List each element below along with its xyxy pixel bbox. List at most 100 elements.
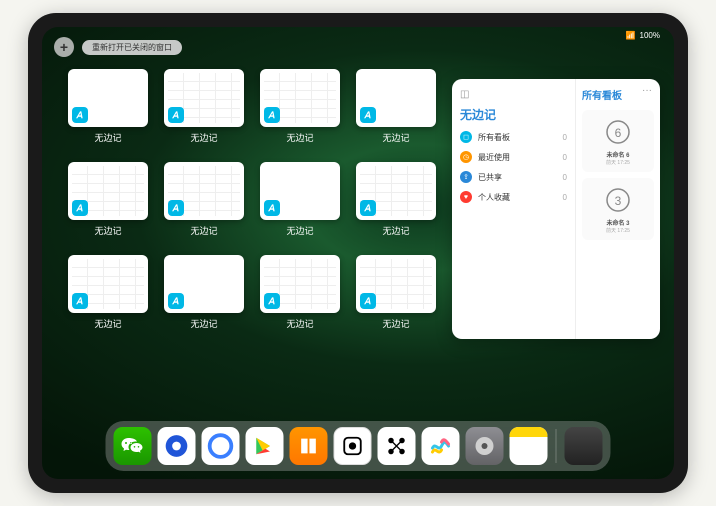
thumbnail-preview: 𝘈 bbox=[68, 255, 148, 313]
app-badge-icon: 𝘈 bbox=[360, 293, 376, 309]
signal-icon: 📶 bbox=[626, 31, 636, 40]
sidebar-item-label: 已共享 bbox=[478, 172, 502, 183]
svg-text:6: 6 bbox=[615, 126, 622, 140]
settings-icon[interactable] bbox=[466, 427, 504, 465]
thumbnail-label: 无边记 bbox=[286, 131, 313, 144]
status-bar: 📶 100% bbox=[626, 31, 660, 40]
thumbnail-label: 无边记 bbox=[382, 131, 409, 144]
app-badge-icon: 𝘈 bbox=[360, 107, 376, 123]
sidebar-item-label: 最近使用 bbox=[478, 152, 510, 163]
app-badge-icon: 𝘈 bbox=[72, 293, 88, 309]
window-thumbnail[interactable]: 𝘈 无边记 bbox=[164, 255, 244, 330]
board-date: 前天 17:25 bbox=[588, 159, 648, 166]
category-icon: ⇪ bbox=[460, 171, 472, 183]
category-icon: ◷ bbox=[460, 151, 472, 163]
thumbnail-preview: 𝘈 bbox=[260, 255, 340, 313]
aliyun-icon[interactable] bbox=[246, 427, 284, 465]
board-card[interactable]: 3 未命名 3前天 17:25 bbox=[582, 178, 654, 240]
thumbnail-label: 无边记 bbox=[94, 317, 121, 330]
screen: 📶 100% + 重新打开已关闭的窗口 𝘈 无边记 𝘈 无边记 𝘈 无边记 𝘈 无边记 𝘈 无边记… bbox=[42, 27, 674, 479]
thumbnail-label: 无边记 bbox=[382, 224, 409, 237]
wechat-icon[interactable] bbox=[114, 427, 152, 465]
window-thumbnail-grid: 𝘈 无边记 𝘈 无边记 𝘈 无边记 𝘈 无边记 𝘈 无边记 𝘈 无边记 𝘈 无边记 𝘈 无边记 𝘈 无边记 𝘈 无边记… bbox=[68, 69, 436, 330]
sidebar-item[interactable]: ◻ 所有看板 0 bbox=[460, 131, 567, 143]
thumbnail-preview: 𝘈 bbox=[260, 162, 340, 220]
window-thumbnail[interactable]: 𝘈 无边记 bbox=[260, 162, 340, 237]
board-sketch-icon: 6 bbox=[598, 116, 638, 148]
books-icon[interactable] bbox=[290, 427, 328, 465]
thumbnail-label: 无边记 bbox=[190, 317, 217, 330]
category-icon: ♥ bbox=[460, 191, 472, 203]
dice-app-icon[interactable] bbox=[334, 427, 372, 465]
thumbnail-preview: 𝘈 bbox=[164, 162, 244, 220]
thumbnail-preview: 𝘈 bbox=[260, 69, 340, 127]
window-thumbnail[interactable]: 𝘈 无边记 bbox=[164, 69, 244, 144]
thumbnail-preview: 𝘈 bbox=[68, 162, 148, 220]
item-count: 0 bbox=[563, 173, 567, 182]
thumbnail-label: 无边记 bbox=[94, 224, 121, 237]
ipad-frame: 📶 100% + 重新打开已关闭的窗口 𝘈 无边记 𝘈 无边记 𝘈 无边记 𝘈 无边记 𝘈 无边记… bbox=[28, 13, 688, 493]
sidebar-item[interactable]: ◷ 最近使用 0 bbox=[460, 151, 567, 163]
panel-sidebar: ◫ 无边记 ◻ 所有看板 0 ◷ 最近使用 0 ⇪ 已共享 0 ♥ 个人收藏 0 bbox=[452, 79, 576, 339]
connect-icon[interactable] bbox=[378, 427, 416, 465]
board-name: 未命名 3 bbox=[588, 218, 648, 227]
reopen-closed-window-button[interactable]: 重新打开已关闭的窗口 bbox=[82, 40, 182, 55]
notes-icon[interactable] bbox=[510, 427, 548, 465]
sidebar-item-label: 所有看板 bbox=[478, 132, 510, 143]
svg-text:3: 3 bbox=[615, 194, 622, 208]
thumbnail-preview: 𝘈 bbox=[356, 162, 436, 220]
window-thumbnail[interactable]: 𝘈 无边记 bbox=[68, 255, 148, 330]
battery-indicator: 100% bbox=[640, 31, 660, 40]
dock bbox=[106, 421, 611, 471]
board-sketch-icon: 3 bbox=[598, 184, 638, 216]
item-count: 0 bbox=[563, 153, 567, 162]
dock-separator bbox=[556, 429, 557, 463]
sidebar-toggle-icon[interactable]: ◫ bbox=[460, 89, 469, 100]
thumbnail-preview: 𝘈 bbox=[164, 69, 244, 127]
add-window-button[interactable]: + bbox=[54, 37, 74, 57]
board-card[interactable]: 6 未命名 6前天 17:25 bbox=[582, 110, 654, 172]
app-badge-icon: 𝘈 bbox=[168, 200, 184, 216]
window-thumbnail[interactable]: 𝘈 无边记 bbox=[356, 255, 436, 330]
window-thumbnail[interactable]: 𝘈 无边记 bbox=[260, 69, 340, 144]
sidebar-item[interactable]: ♥ 个人收藏 0 bbox=[460, 191, 567, 203]
board-date: 前天 17:25 bbox=[588, 227, 648, 234]
window-thumbnail[interactable]: 𝘈 无边记 bbox=[164, 162, 244, 237]
thumbnail-preview: 𝘈 bbox=[68, 69, 148, 127]
quark-icon[interactable] bbox=[202, 427, 240, 465]
thumbnail-preview: 𝘈 bbox=[356, 69, 436, 127]
thumbnail-preview: 𝘈 bbox=[164, 255, 244, 313]
thumbnail-label: 无边记 bbox=[190, 224, 217, 237]
window-thumbnail[interactable]: 𝘈 无边记 bbox=[260, 255, 340, 330]
app-badge-icon: 𝘈 bbox=[360, 200, 376, 216]
thumbnail-label: 无边记 bbox=[94, 131, 121, 144]
freeform-panel[interactable]: ··· ◫ 无边记 ◻ 所有看板 0 ◷ 最近使用 0 ⇪ 已共享 0 ♥ 个人收藏 0 所有看板 6… bbox=[452, 79, 660, 339]
category-icon: ◻ bbox=[460, 131, 472, 143]
window-thumbnail[interactable]: 𝘈 无边记 bbox=[356, 69, 436, 144]
thumbnail-label: 无边记 bbox=[286, 224, 313, 237]
window-thumbnail[interactable]: 𝘈 无边记 bbox=[68, 69, 148, 144]
freeform-icon[interactable] bbox=[422, 427, 460, 465]
app-badge-icon: 𝘈 bbox=[72, 107, 88, 123]
thumbnail-label: 无边记 bbox=[190, 131, 217, 144]
app-library-icon[interactable] bbox=[565, 427, 603, 465]
window-thumbnail[interactable]: 𝘈 无边记 bbox=[356, 162, 436, 237]
sidebar-item-label: 个人收藏 bbox=[478, 192, 510, 203]
thumbnail-preview: 𝘈 bbox=[356, 255, 436, 313]
item-count: 0 bbox=[563, 193, 567, 202]
app-badge-icon: 𝘈 bbox=[264, 293, 280, 309]
more-icon[interactable]: ··· bbox=[642, 85, 652, 96]
app-badge-icon: 𝘈 bbox=[168, 107, 184, 123]
tencent-video-icon[interactable] bbox=[158, 427, 196, 465]
thumbnail-label: 无边记 bbox=[286, 317, 313, 330]
sidebar-item[interactable]: ⇪ 已共享 0 bbox=[460, 171, 567, 183]
board-name: 未命名 6 bbox=[588, 150, 648, 159]
app-badge-icon: 𝘈 bbox=[264, 200, 280, 216]
item-count: 0 bbox=[563, 133, 567, 142]
panel-title: 无边记 bbox=[460, 106, 567, 123]
window-thumbnail[interactable]: 𝘈 无边记 bbox=[68, 162, 148, 237]
app-badge-icon: 𝘈 bbox=[264, 107, 280, 123]
thumbnail-label: 无边记 bbox=[382, 317, 409, 330]
top-controls: + 重新打开已关闭的窗口 bbox=[54, 37, 182, 57]
app-badge-icon: 𝘈 bbox=[72, 200, 88, 216]
